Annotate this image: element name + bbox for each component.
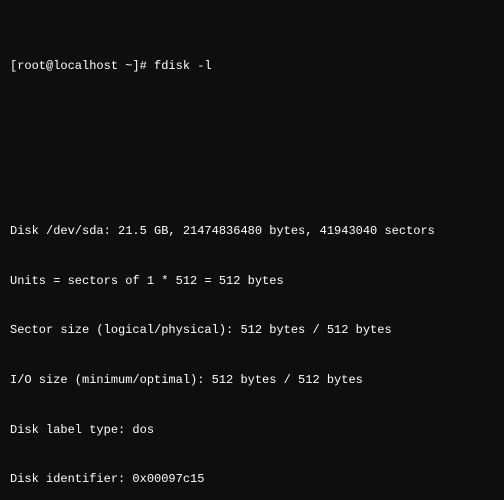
terminal-output: [root@localhost ~]# fdisk -l Disk /dev/s… [0, 0, 504, 500]
output-line: Units = sectors of 1 * 512 = 512 bytes [10, 273, 494, 290]
shell-prompt: [root@localhost ~]# [10, 58, 154, 75]
output-line: Sector size (logical/physical): 512 byte… [10, 322, 494, 339]
output-line: Disk identifier: 0x00097c15 [10, 471, 494, 488]
disk-sda-info: Disk /dev/sda: 21.5 GB, 21474836480 byte… [10, 190, 494, 500]
output-line: Disk label type: dos [10, 422, 494, 439]
blank-line [10, 124, 494, 141]
output-line: Disk /dev/sda: 21.5 GB, 21474836480 byte… [10, 223, 494, 240]
typed-command[interactable]: fdisk -l [154, 58, 212, 75]
output-line: I/O size (minimum/optimal): 512 bytes / … [10, 372, 494, 389]
prompt-line-1: [root@localhost ~]# fdisk -l [10, 58, 494, 75]
